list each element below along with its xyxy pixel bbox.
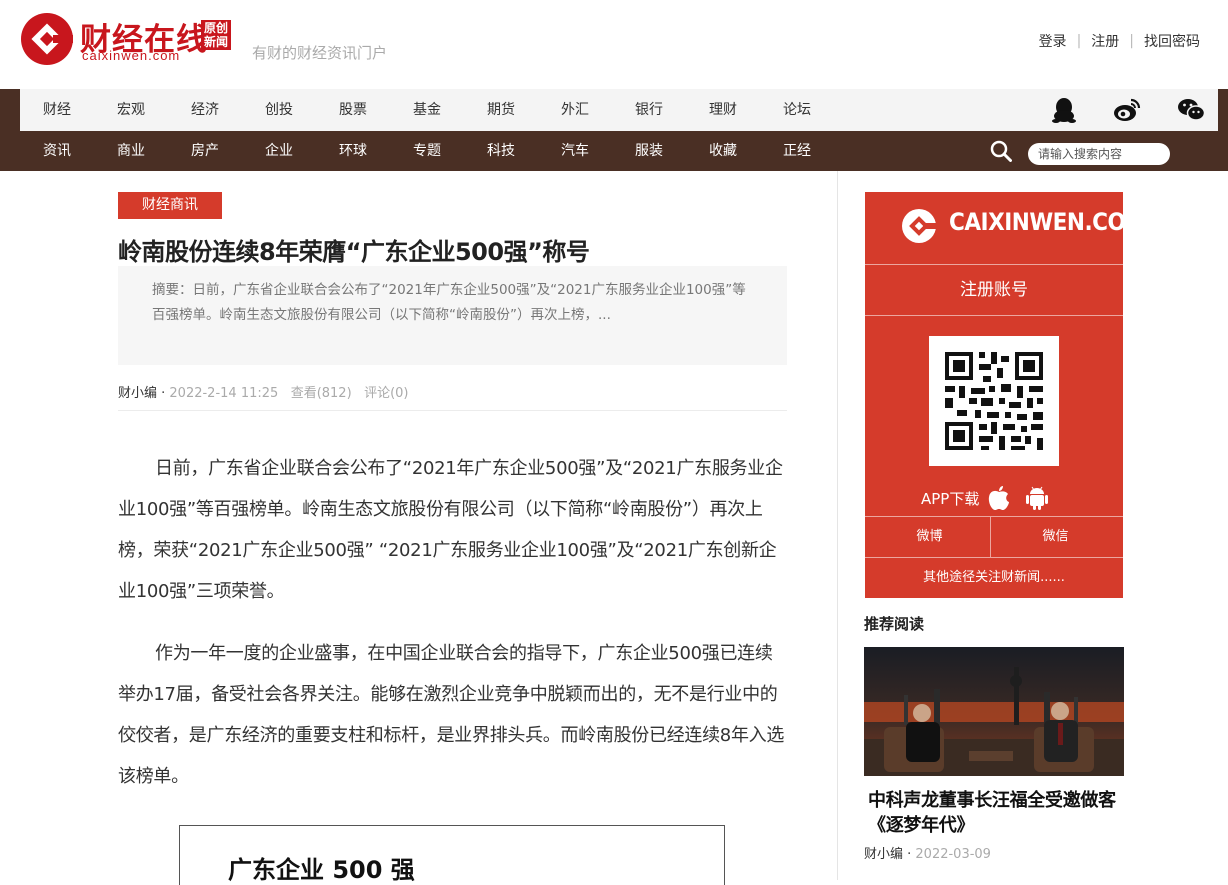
qq-icon[interactable] bbox=[1050, 96, 1078, 124]
follow-promo-panel: CAIXINWEN.COM 注册账号 APP下载 微博 微信 其他途径关注财新闻… bbox=[865, 192, 1147, 598]
nav-item-licai[interactable]: 理财 bbox=[686, 89, 760, 131]
nav-item-chuangtou[interactable]: 创投 bbox=[242, 89, 316, 131]
app-download-label: APP下载 bbox=[921, 489, 980, 508]
article-summary: 摘要：日前，广东省企业联合会公布了“2021年广东企业500强”及“2021广东… bbox=[118, 266, 787, 365]
wechat-icon[interactable] bbox=[1177, 96, 1205, 124]
nav-item-fuzhuang[interactable]: 服装 bbox=[612, 131, 686, 171]
follow-weibo-button[interactable]: 微博 bbox=[865, 517, 994, 557]
site-tagline: 有财的财经资讯门户 bbox=[252, 44, 388, 62]
article-meta: 财小编 · 2022-2-14 11:25 查看(812) 评论(0) bbox=[118, 382, 408, 401]
register-link[interactable]: 注册 bbox=[1091, 31, 1119, 51]
promo-logo-text: CAIXINWEN.COM bbox=[949, 208, 1147, 236]
meta-divider bbox=[118, 410, 787, 411]
search-icon[interactable] bbox=[990, 140, 1012, 162]
nav-item-luntan[interactable]: 论坛 bbox=[760, 89, 834, 131]
article-author: 财小编 · bbox=[118, 386, 170, 401]
app-download-row: APP下载 bbox=[921, 484, 1049, 512]
article-date: 2022-2-14 11:25 bbox=[169, 386, 279, 401]
nav-item-jingji[interactable]: 经济 bbox=[168, 89, 242, 131]
category-tag[interactable]: 财经商讯 bbox=[118, 192, 222, 219]
primary-nav-bar: 财经 宏观 经济 创投 股票 基金 期货 外汇 银行 理财 论坛 bbox=[20, 89, 1218, 131]
login-link[interactable]: 登录 bbox=[1039, 31, 1067, 51]
promo-logo-icon bbox=[902, 209, 937, 243]
follow-weixin-button[interactable]: 微信 bbox=[991, 517, 1120, 557]
nav-item-shangye[interactable]: 商业 bbox=[94, 131, 168, 171]
logo-badge: 原创新闻 bbox=[201, 20, 231, 50]
nav-item-huanqiu[interactable]: 环球 bbox=[316, 131, 390, 171]
nav-item-keji[interactable]: 科技 bbox=[464, 131, 538, 171]
nav-item-zhuanti[interactable]: 专题 bbox=[390, 131, 464, 171]
nav-item-shoucang[interactable]: 收藏 bbox=[686, 131, 760, 171]
other-follow-link[interactable]: 其他途径关注财新闻...... bbox=[865, 558, 1123, 598]
article-title: 岭南股份连续8年荣膺“广东企业500强”称号 bbox=[118, 238, 590, 266]
qr-code bbox=[929, 336, 1059, 466]
primary-nav: 财经 宏观 经济 创投 股票 基金 期货 外汇 银行 理财 论坛 bbox=[0, 89, 1228, 131]
article-figure: 广东企业 500 强 bbox=[179, 825, 725, 885]
recommended-article-title[interactable]: 中科声龙董事长汪福全受邀做客《逐梦年代》 bbox=[868, 788, 1122, 838]
recommended-author: 财小编 · bbox=[864, 847, 916, 862]
nav-item-qihuo[interactable]: 期货 bbox=[464, 89, 538, 131]
nav-item-gupiao[interactable]: 股票 bbox=[316, 89, 390, 131]
android-icon[interactable] bbox=[1025, 485, 1049, 511]
nav-item-waihui[interactable]: 外汇 bbox=[538, 89, 612, 131]
nav-item-qiche[interactable]: 汽车 bbox=[538, 131, 612, 171]
recommended-date: 2022-03-09 bbox=[915, 847, 991, 862]
article-paragraph: 作为一年一度的企业盛事，在中国企业联合会的指导下，广东企业500强已连续举办17… bbox=[118, 643, 785, 787]
logo-mark-icon bbox=[21, 13, 73, 65]
article-comments[interactable]: 评论(0) bbox=[364, 386, 408, 401]
logo-domain: caixinwen.com bbox=[82, 48, 181, 63]
link-separator: | bbox=[1076, 33, 1082, 49]
weibo-icon[interactable] bbox=[1113, 96, 1141, 124]
recommended-heading: 推荐阅读 bbox=[864, 615, 925, 633]
register-account-button[interactable]: 注册账号 bbox=[865, 265, 1123, 315]
search-input[interactable] bbox=[1028, 143, 1170, 165]
nav-item-qiye[interactable]: 企业 bbox=[242, 131, 316, 171]
site-header: 财经在线 caixinwen.com 原创新闻 有财的财经资讯门户 登录 | 注… bbox=[0, 0, 1228, 89]
recommended-article-meta: 财小编 · 2022-03-09 bbox=[864, 843, 991, 862]
nav-item-fangchan[interactable]: 房产 bbox=[168, 131, 242, 171]
recover-password-link[interactable]: 找回密码 bbox=[1144, 31, 1200, 51]
article-paragraph: 日前，广东省企业联合会公布了“2021年广东企业500强”及“2021广东服务业… bbox=[118, 458, 783, 602]
nav-item-caijing[interactable]: 财经 bbox=[20, 89, 94, 131]
nav-item-yinhang[interactable]: 银行 bbox=[612, 89, 686, 131]
column-divider bbox=[837, 171, 838, 880]
site-logo[interactable]: 财经在线 caixinwen.com 原创新闻 bbox=[20, 12, 240, 70]
nav-item-zixun[interactable]: 资讯 bbox=[20, 131, 94, 171]
apple-icon[interactable] bbox=[987, 485, 1011, 511]
recommended-article-image[interactable] bbox=[864, 647, 1124, 776]
nav-item-zhengjing[interactable]: 正经 bbox=[760, 131, 834, 171]
account-links: 登录 | 注册 | 找回密码 bbox=[1039, 31, 1200, 51]
nav-item-hongguan[interactable]: 宏观 bbox=[94, 89, 168, 131]
promo-divider bbox=[865, 315, 1123, 316]
article-views: 查看(812) bbox=[290, 386, 352, 401]
nav-item-jijin[interactable]: 基金 bbox=[390, 89, 464, 131]
link-separator: | bbox=[1129, 33, 1134, 49]
